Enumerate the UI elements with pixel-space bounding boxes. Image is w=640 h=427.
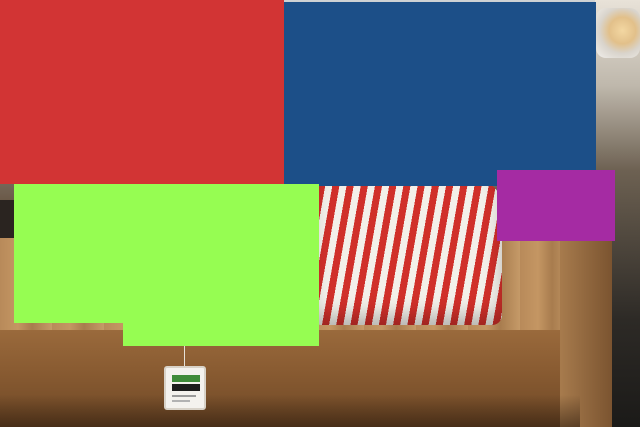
purple-occlusion-block [497, 170, 615, 241]
green-occlusion-block [14, 184, 123, 323]
red-occlusion-block [0, 0, 284, 184]
striped-paper-bag [312, 180, 502, 325]
teabag-tag [164, 366, 206, 410]
photo-scene [0, 0, 640, 427]
food-plate [596, 8, 640, 58]
teabag-tag-green-band [172, 375, 200, 382]
table-shadow [0, 395, 580, 427]
teabag-tag-text-line [172, 395, 196, 397]
green-occlusion-block [123, 184, 319, 346]
teabag-tag-dark-band [172, 384, 200, 391]
blue-occlusion-block [284, 2, 596, 186]
teabag-tag-text-line [172, 400, 190, 402]
